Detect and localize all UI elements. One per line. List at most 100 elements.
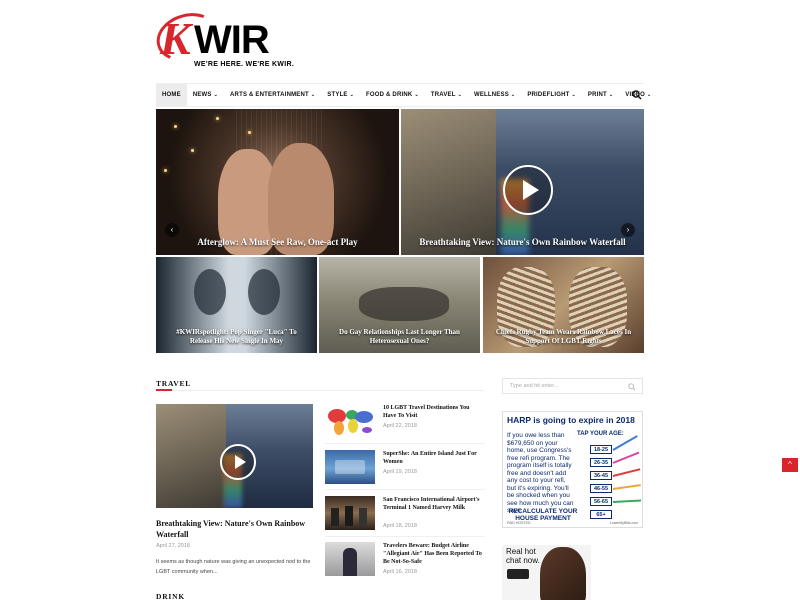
hero-title[interactable]: Breathtaking View: Nature's Own Rainbow … [401,237,644,247]
list-divider [325,536,485,537]
nav-item-prideflight[interactable]: PRIDEFLIGHT ⌄ [521,84,582,106]
list-item[interactable]: San Francisco International Airport's Te… [325,496,485,532]
light-dot [191,149,194,152]
list-item[interactable]: Travelers Beware: Budget Airline "Allegi… [325,542,485,578]
nav-item-arts-entertainment[interactable]: ARTS & ENTERTAINMENT ⌄ [224,84,321,106]
person-silhouette [345,506,353,526]
play-icon[interactable] [220,444,256,480]
list-date: April 22, 2018 [383,423,417,429]
chevron-down-icon: ⌄ [414,92,419,98]
section-heading-travel[interactable]: TRAVEL [156,379,191,388]
nav-item-print[interactable]: PRINT ⌄ [582,84,619,106]
section-divider [156,390,484,391]
nav-item-style[interactable]: STYLE ⌄ [321,84,360,106]
main-nav: HOME NEWS ⌄ ARTS & ENTERTAINMENT ⌄ STYLE ⌄ … [156,83,651,107]
age-option[interactable]: 65+ [590,510,612,519]
list-date: April 19, 2018 [383,469,417,475]
couple-figure [359,287,449,321]
tile-title[interactable]: #KWIRspotlight: Pop Singer "Luca" To Rel… [156,328,317,346]
hero-title[interactable]: Afterglow: A Must See Raw, One-act Play [156,237,399,247]
list-item[interactable]: 10 LGBT Travel Destinations You Have To … [325,404,485,440]
thumbnail-banner [335,460,365,474]
ad-text: Real hot chat now. [506,547,540,565]
ad-photo [540,547,586,600]
hero-tile-luca[interactable]: #KWIRspotlight: Pop Singer "Luca" To Rel… [156,257,317,353]
nav-item-home[interactable]: HOME [156,84,187,106]
list-date: April 16, 2018 [383,569,417,575]
age-option[interactable]: 26-35 [590,458,612,467]
list-item[interactable]: SuperShe: An Entire Island Just For Wome… [325,450,485,486]
ad-text-line: Real hot [506,547,536,556]
cliff-image [156,404,226,508]
nav-item-wellness[interactable]: WELLNESS ⌄ [468,84,521,106]
face-silhouette [194,269,226,315]
light-dot [174,125,177,128]
list-divider [325,443,485,444]
search-icon[interactable] [632,90,642,100]
list-divider [325,489,485,490]
chevron-down-icon: ⌄ [349,92,355,98]
hero-tile-relationships[interactable]: Do Gay Relationships Last Longer Than He… [319,257,480,353]
section-heading-drink[interactable]: DRINK [156,592,185,600]
person-silhouette [359,508,367,526]
light-dot [164,169,167,172]
list-title[interactable]: 10 LGBT Travel Destinations You Have To … [383,404,483,420]
play-triangle [235,455,246,469]
thumbnail[interactable] [325,450,375,484]
face-silhouette [248,269,280,315]
ad-fine-print: PAID HOSTED [507,521,531,525]
hero-slide-rainbow-waterfall[interactable]: Breathtaking View: Nature's Own Rainbow … [401,109,644,255]
search-icon[interactable] [628,383,636,391]
chevron-down-icon: ⌄ [213,92,219,98]
age-option[interactable]: 46-55 [590,484,612,493]
ad-chat[interactable]: Real hot chat now. [502,545,591,600]
list-date: April 18, 2018 [383,523,417,529]
world-map-icon [328,409,373,435]
section-accent [156,389,172,391]
featured-date: April 27, 2018 [156,543,190,549]
featured-title[interactable]: Breathtaking View: Nature's Own Rainbow … [156,518,316,540]
ad-headline: HARP is going to expire in 2018 [507,415,635,425]
slider-next-button[interactable]: › [621,223,635,237]
list-title[interactable]: SuperShe: An Entire Island Just For Wome… [383,450,483,466]
logo-tagline: WE'RE HERE. WE'RE KWIR. [194,61,295,68]
person-silhouette [343,548,357,576]
play-icon[interactable] [503,165,553,215]
ad-graph-line [612,484,641,490]
ad-harp-refinance[interactable]: HARP is going to expire in 2018 If you o… [502,411,643,528]
featured-image[interactable] [156,404,313,508]
thumbnail[interactable] [325,404,375,438]
hero-slide-afterglow[interactable]: Afterglow: A Must See Raw, One-act Play [156,109,399,255]
slider-prev-button[interactable]: ‹ [165,223,179,237]
chevron-down-icon: ⌄ [646,92,652,98]
ad-age-label: TAP YOUR AGE: [577,431,624,437]
light-dot [216,117,219,120]
tile-title[interactable]: Chiefs Rugby Team Wears Rainbow Laces In… [483,328,644,346]
light-dot [248,131,251,134]
site-logo[interactable]: K WIR WE'RE HERE. WE'RE KWIR. [150,5,294,72]
ad-graph-line [612,451,640,464]
chevron-down-icon: ⌄ [510,92,516,98]
play-triangle [523,180,539,200]
thumbnail[interactable] [325,496,375,530]
nav-item-food-drink[interactable]: FOOD & DRINK ⌄ [360,84,425,106]
age-option[interactable]: 56-65 [590,497,612,506]
list-title[interactable]: Travelers Beware: Budget Airline "Allegi… [383,542,483,566]
search-input[interactable] [510,383,620,389]
back-to-top-button[interactable]: ^ [782,458,798,472]
age-option[interactable]: 18-25 [590,445,612,454]
logo-wordmark: WIR [194,18,270,62]
age-option[interactable]: 36-45 [590,471,612,480]
hero-tile-rugby-laces[interactable]: Chiefs Rugby Team Wears Rainbow Laces In… [483,257,644,353]
sidebar-search [502,378,643,394]
thumbnail[interactable] [325,542,375,576]
chevron-down-icon: ⌄ [310,92,316,98]
ad-logo-badge [507,569,529,579]
tile-title[interactable]: Do Gay Relationships Last Longer Than He… [319,328,480,346]
chevron-down-icon: ⌄ [457,92,462,98]
list-title[interactable]: San Francisco International Airport's Te… [383,496,483,512]
ad-cta[interactable]: RECALCULATE YOUR HOUSE PAYMENT [507,508,579,522]
ad-graph-line [612,468,641,477]
nav-item-news[interactable]: NEWS ⌄ [187,84,224,106]
nav-item-travel[interactable]: TRAVEL ⌄ [425,84,468,106]
